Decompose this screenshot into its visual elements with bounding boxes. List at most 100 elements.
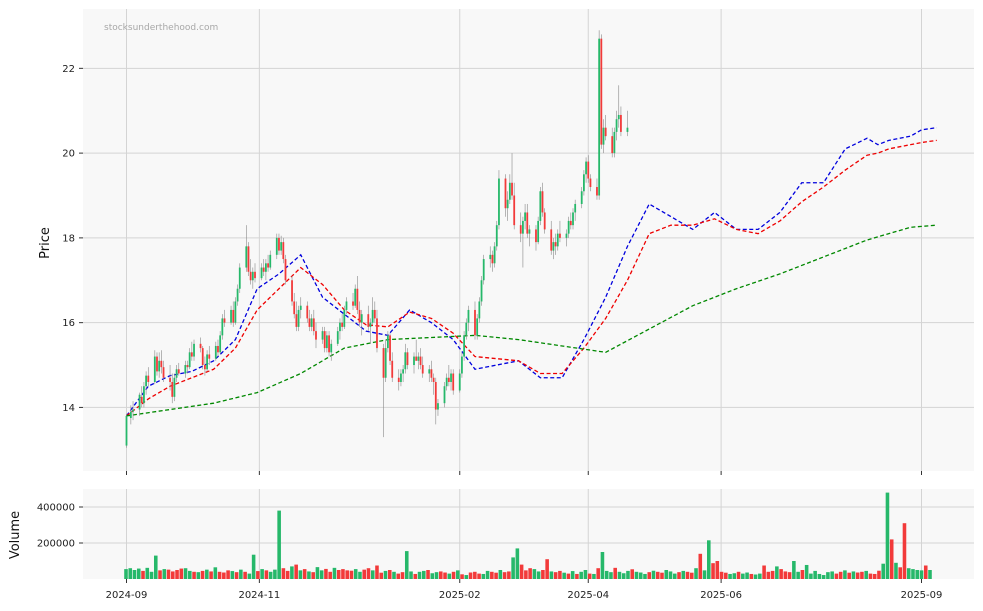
- candle-body: [173, 377, 176, 397]
- volume-bar: [281, 568, 286, 579]
- candle-body: [341, 322, 344, 327]
- volume-bar: [766, 571, 771, 579]
- candle-body: [504, 178, 507, 209]
- candle-body: [406, 352, 409, 366]
- candle-body: [498, 178, 500, 226]
- candle-body: [339, 322, 341, 332]
- volume-bar: [307, 571, 311, 579]
- volume-bar: [796, 571, 800, 579]
- volume-bar: [171, 571, 175, 579]
- volume-bar: [128, 568, 133, 579]
- volume-bar: [205, 569, 209, 579]
- volume-bar: [387, 570, 392, 579]
- volume-bar: [868, 573, 873, 579]
- volume-ytick-label: 200000: [37, 539, 75, 550]
- candle-body: [369, 322, 372, 327]
- candle-body: [245, 246, 248, 268]
- candle-body: [171, 381, 174, 397]
- volume-bar: [439, 571, 443, 579]
- candle-body: [367, 314, 370, 327]
- candle-body: [184, 365, 187, 374]
- volume-bar: [898, 567, 903, 579]
- volume-bar: [549, 571, 554, 579]
- candle-body: [280, 242, 283, 251]
- price-ytick-label: 20: [62, 149, 75, 160]
- volume-bar: [664, 570, 669, 579]
- candle-body: [190, 352, 193, 357]
- candle-body: [463, 335, 466, 357]
- candle-body: [140, 396, 143, 404]
- candle-body: [478, 301, 481, 319]
- volume-bar: [809, 573, 813, 579]
- volume-bar: [277, 510, 281, 579]
- candle-body: [511, 182, 513, 196]
- candle-body: [217, 345, 219, 353]
- volume-bar: [524, 570, 528, 579]
- candle-body: [602, 127, 605, 145]
- candle-body: [371, 309, 374, 323]
- volume-bar: [707, 540, 711, 579]
- volume-bar: [132, 570, 137, 579]
- volume-bar: [881, 563, 885, 579]
- volume-bar: [149, 571, 154, 579]
- volume-bar: [698, 553, 703, 579]
- candle-body: [343, 309, 346, 327]
- volume-bar: [762, 565, 766, 579]
- volume-bar: [124, 569, 128, 579]
- volume-bar: [362, 569, 367, 579]
- volume-bar: [919, 570, 924, 579]
- candle-body: [293, 301, 296, 315]
- volume-bar: [332, 567, 337, 579]
- volume-bar: [889, 539, 894, 579]
- volume-bar: [545, 559, 549, 579]
- volume-bar: [315, 567, 320, 579]
- volume-bar: [570, 571, 575, 579]
- volume-bar: [243, 571, 247, 579]
- volume-bar: [621, 573, 626, 579]
- volume-bar: [366, 568, 371, 579]
- volume-bar: [826, 572, 830, 579]
- price-axis-label: Price: [38, 227, 53, 259]
- candle-body: [125, 415, 128, 446]
- candle-body: [585, 161, 587, 175]
- volume-bar: [817, 573, 822, 579]
- volume-bar: [783, 571, 788, 579]
- candle-body: [236, 288, 239, 302]
- volume-bar: [821, 575, 826, 579]
- candle-body: [354, 288, 357, 306]
- candle-body: [160, 360, 163, 368]
- volume-bar: [192, 571, 196, 579]
- candle-body: [596, 187, 598, 196]
- volume-bar: [375, 565, 379, 579]
- candle-body: [572, 212, 574, 226]
- candle-body: [465, 322, 468, 336]
- candle-body: [417, 356, 420, 361]
- volume-bar: [694, 568, 698, 579]
- candle-body: [437, 403, 439, 410]
- volume-bar: [409, 571, 413, 579]
- volume-bar: [626, 570, 630, 579]
- candle-body: [506, 199, 509, 209]
- volume-bar: [426, 570, 430, 579]
- volume-bar: [298, 570, 303, 579]
- volume-bar: [345, 570, 349, 579]
- volume-bar: [843, 570, 847, 579]
- volume-bar: [851, 571, 856, 579]
- candle-body: [461, 356, 463, 374]
- volume-bar: [532, 569, 537, 579]
- candle-body: [278, 237, 280, 251]
- volume-bar: [158, 570, 162, 579]
- candle-body: [569, 220, 572, 226]
- candle-body: [467, 309, 470, 323]
- volume-bar: [677, 572, 681, 579]
- candle-body: [156, 356, 158, 372]
- volume-bar: [583, 570, 588, 579]
- volume-bar: [358, 571, 362, 579]
- volume-bar: [715, 561, 720, 579]
- volume-bar: [319, 570, 324, 579]
- volume-bar: [251, 554, 256, 579]
- volume-bar: [745, 572, 749, 579]
- volume-bar: [324, 568, 328, 579]
- candle-body: [373, 309, 376, 319]
- candle-body: [598, 38, 601, 196]
